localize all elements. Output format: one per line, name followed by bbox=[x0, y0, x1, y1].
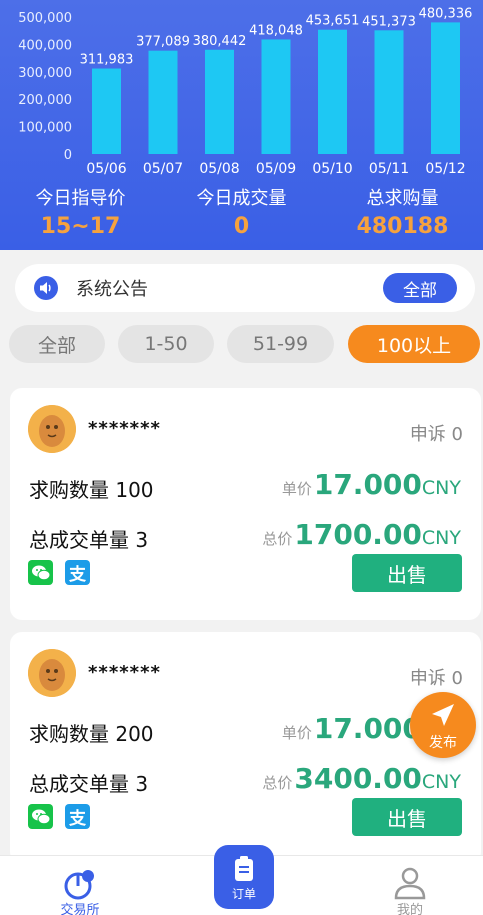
today-volume-label: 今日成交量 bbox=[196, 188, 287, 209]
filter-all[interactable]: 全部 bbox=[9, 325, 105, 363]
wechat-pay-icon bbox=[28, 560, 53, 585]
alipay-icon: 支 bbox=[65, 804, 90, 829]
x-tick-label: 05/12 bbox=[425, 161, 465, 177]
user-icon bbox=[394, 867, 426, 900]
nav-mine[interactable]: 我的 bbox=[350, 856, 470, 915]
filter-51-99[interactable]: 51-99 bbox=[227, 325, 334, 363]
currency-label: CNY bbox=[421, 477, 461, 499]
currency-label: CNY bbox=[421, 771, 461, 793]
payment-methods: 支 bbox=[28, 560, 90, 585]
sell-button[interactable]: 出售 bbox=[352, 554, 462, 592]
market-header: 500,000 400,000 300,000 200,000 100,000 0 311,… bbox=[0, 0, 483, 250]
nav-market-label: 交易所 bbox=[60, 903, 100, 915]
avatar bbox=[28, 649, 76, 697]
market-chart-icon bbox=[64, 870, 94, 900]
total-deals: 总成交单量 3 bbox=[29, 772, 149, 796]
nav-orders[interactable]: 订单 bbox=[214, 845, 274, 909]
bar-05/12 bbox=[431, 22, 460, 154]
system-notice-bar[interactable]: 系统公告 全部 bbox=[15, 264, 475, 312]
x-tick-label: 05/09 bbox=[256, 161, 296, 177]
bar-value-label: 480,336 bbox=[419, 6, 473, 21]
filter-100-plus[interactable]: 100以上 bbox=[348, 325, 480, 363]
speaker-icon bbox=[34, 276, 58, 300]
nav-orders-label: 订单 bbox=[231, 887, 256, 901]
wechat-pay-icon bbox=[28, 804, 53, 829]
username: ******* bbox=[88, 418, 161, 439]
total-demand-stat: 总求购量 480188 bbox=[322, 186, 483, 246]
notice-text: 系统公告 bbox=[76, 279, 148, 300]
bar-value-label: 311,983 bbox=[80, 53, 134, 68]
unit-price-value: 17.000 bbox=[313, 712, 422, 745]
x-tick-label: 05/08 bbox=[199, 161, 239, 177]
demand-bar-chart: 500,000 400,000 300,000 200,000 100,000 0 311,… bbox=[18, 6, 473, 177]
notice-all-button[interactable]: 全部 bbox=[383, 273, 457, 303]
bar-value-label: 377,089 bbox=[136, 35, 190, 50]
avatar bbox=[28, 405, 76, 453]
purchase-quantity: 求购数量 200 bbox=[29, 722, 154, 746]
bar-value-label: 380,442 bbox=[193, 34, 247, 49]
total-price-row: 总价 1700.00 CNY bbox=[262, 518, 461, 551]
stats-row: 今日指导价 15~17 今日成交量 0 总求购量 480188 bbox=[0, 186, 483, 246]
payment-methods: 支 bbox=[28, 804, 90, 829]
appeal-count[interactable]: 申诉 0 bbox=[410, 420, 463, 446]
total-deals: 总成交单量 3 bbox=[29, 528, 149, 552]
bar-05/06 bbox=[92, 68, 121, 154]
total-demand-label: 总求购量 bbox=[366, 188, 439, 209]
guide-price-stat: 今日指导价 15~17 bbox=[0, 186, 161, 246]
bar-value-label: 453,651 bbox=[306, 14, 360, 29]
nav-market[interactable]: 交易所 bbox=[20, 856, 140, 915]
quantity-filter-tabs: 全部 1-50 51-99 100以上 bbox=[9, 325, 481, 363]
sell-button[interactable]: 出售 bbox=[352, 798, 462, 836]
bottom-navigation: 交易所 订单 我的 bbox=[0, 845, 483, 915]
currency-label: CNY bbox=[421, 527, 461, 549]
send-arrow-icon bbox=[432, 704, 454, 726]
unit-price-row: 单价 17.000 CNY bbox=[282, 468, 461, 501]
appeal-count[interactable]: 申诉 0 bbox=[410, 664, 463, 690]
guide-price-label: 今日指导价 bbox=[35, 188, 126, 209]
username: ******* bbox=[88, 662, 161, 683]
total-price-caption: 总价 bbox=[262, 774, 293, 792]
y-tick-label: 200,000 bbox=[18, 93, 72, 108]
purchase-quantity: 求购数量 100 bbox=[29, 478, 154, 502]
x-tick-label: 05/06 bbox=[86, 161, 126, 177]
bar-value-label: 418,048 bbox=[249, 23, 303, 38]
order-card: ******* 申诉 0 求购数量 100 单价 17.000 CNY 总成交单… bbox=[10, 388, 481, 620]
today-volume-stat: 今日成交量 0 bbox=[161, 186, 322, 246]
y-tick-label: 400,000 bbox=[18, 38, 72, 53]
total-price-value: 1700.00 bbox=[294, 518, 422, 551]
x-tick-label: 05/10 bbox=[312, 161, 352, 177]
nav-mine-label: 我的 bbox=[396, 903, 423, 915]
total-price-value: 3400.00 bbox=[294, 762, 422, 795]
unit-price-caption: 单价 bbox=[281, 480, 312, 498]
guide-price-value: 15~17 bbox=[40, 214, 121, 239]
y-tick-label: 0 bbox=[64, 148, 72, 163]
bar-05/09 bbox=[261, 39, 291, 154]
publish-button[interactable]: 发布 bbox=[410, 692, 476, 758]
alipay-icon: 支 bbox=[65, 560, 90, 585]
publish-label: 发布 bbox=[429, 735, 457, 751]
y-tick-label: 500,000 bbox=[18, 11, 72, 26]
y-tick-label: 100,000 bbox=[18, 121, 72, 136]
bar-05/08 bbox=[205, 49, 234, 154]
filter-1-50[interactable]: 1-50 bbox=[118, 325, 214, 363]
total-price-caption: 总价 bbox=[262, 530, 293, 548]
potato-avatar-icon bbox=[28, 649, 76, 697]
bar-05/07 bbox=[148, 50, 178, 154]
unit-price-value: 17.000 bbox=[313, 468, 422, 501]
today-volume-value: 0 bbox=[233, 214, 250, 239]
y-tick-label: 300,000 bbox=[18, 66, 72, 81]
bar-05/10 bbox=[318, 29, 347, 155]
bar-value-label: 451,373 bbox=[362, 14, 416, 29]
total-demand-value: 480188 bbox=[356, 214, 449, 239]
x-tick-label: 05/07 bbox=[143, 161, 183, 177]
potato-avatar-icon bbox=[28, 405, 76, 453]
total-price-row: 总价 3400.00 CNY bbox=[262, 762, 461, 795]
bar-05/11 bbox=[374, 30, 404, 154]
x-tick-label: 05/11 bbox=[369, 161, 409, 177]
unit-price-caption: 单价 bbox=[281, 724, 312, 742]
